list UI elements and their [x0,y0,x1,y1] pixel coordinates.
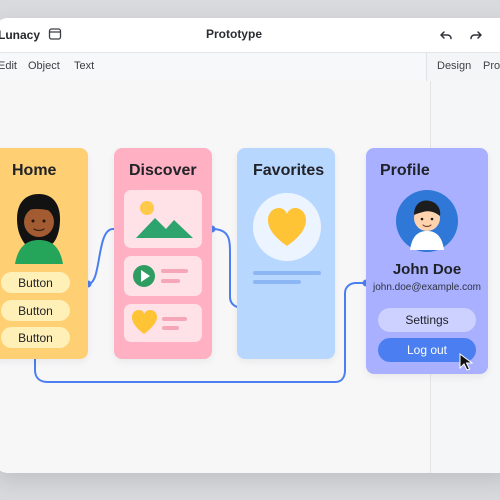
menu-bar: Edit Object Text [0,53,500,82]
favorites-screen[interactable]: Favorites [237,148,335,359]
home-screen[interactable]: Home Button Button Button [0,148,88,359]
title-bar: Lunacy Prototype [0,18,500,53]
avatar [396,190,458,252]
avatar [15,194,63,264]
mountain-image-icon [136,201,193,238]
profile-screen-title: Profile [380,162,430,179]
menu-text[interactable]: Text [74,60,94,72]
app-name: Lunacy [0,28,41,42]
tab-design[interactable]: Design [437,60,471,72]
undo-icon[interactable] [439,28,453,42]
home-button-2[interactable]: Button [1,300,70,321]
profile-screen[interactable]: Profile John Doe john.doe@example.com Se… [366,148,488,374]
favorites-icon-circle [253,193,321,261]
profile-email: john.doe@example.com [373,282,481,293]
frame-icon[interactable] [48,27,62,41]
cursor-icon [459,353,473,371]
discover-favorite-card[interactable] [124,304,202,342]
discover-screen[interactable]: Discover [114,148,212,359]
profile-name: John Doe [392,261,462,278]
redo-icon[interactable] [469,28,483,42]
discover-screen-title: Discover [129,162,197,179]
heart-icon [132,310,187,334]
home-button-1[interactable]: Button [1,272,70,293]
tab-prototype[interactable]: Prototype [483,60,500,72]
favorites-screen-title: Favorites [253,162,325,179]
home-button-3[interactable]: Button [1,327,70,348]
discover-image-card[interactable] [124,190,202,248]
menu-edit[interactable]: Edit [0,60,17,72]
discover-video-card[interactable] [124,256,202,296]
play-icon [133,265,188,287]
settings-button[interactable]: Settings [378,308,476,332]
heart-icon [268,208,306,246]
favorites-placeholder-line [253,280,301,284]
inspector-tabs: Design Prototype [426,53,500,81]
menu-object[interactable]: Object [28,60,60,72]
favorites-placeholder-line [253,271,321,275]
home-screen-title: Home [12,162,57,179]
document-title: Prototype [205,27,262,41]
